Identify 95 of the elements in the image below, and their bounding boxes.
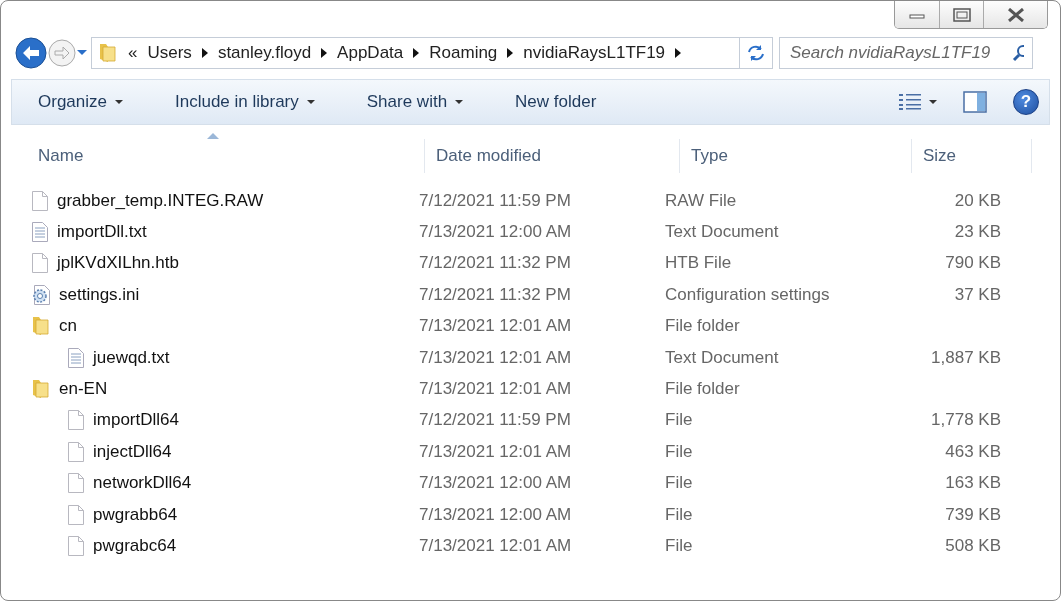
date-cell-text: 7/13/2021 12:01 AM bbox=[418, 536, 573, 556]
type-cell-text: File folder bbox=[665, 379, 741, 400]
history-dropdown[interactable] bbox=[77, 50, 87, 56]
file-name-cell[interactable]: grabber_temp.INTEG.RAW bbox=[27, 189, 410, 212]
folder-icon bbox=[31, 378, 51, 401]
folder-icon bbox=[31, 315, 51, 338]
type-cell-text: File bbox=[665, 441, 694, 462]
file-name-cell[interactable]: importDll64 bbox=[27, 409, 410, 432]
text-file-icon bbox=[67, 346, 85, 369]
type-cell-text: Text Document bbox=[665, 222, 780, 243]
search-icon bbox=[1012, 44, 1024, 62]
file-name-cell[interactable]: pwgrabb64 bbox=[27, 503, 410, 526]
file-icon bbox=[67, 409, 85, 432]
size-cell-text: 1,778 KB bbox=[930, 410, 1001, 431]
search-field[interactable]: Search nvidiaRaysL1TF19 bbox=[779, 37, 1033, 69]
column-header[interactable]: Size bbox=[912, 139, 1032, 173]
chevron-icon[interactable] bbox=[201, 48, 208, 58]
close-icon bbox=[1006, 7, 1025, 22]
file-icon bbox=[67, 440, 85, 463]
sort-arrow-icon bbox=[207, 133, 219, 139]
date-cell-text: 7/13/2021 12:01 AM bbox=[418, 316, 573, 337]
file-name-cell[interactable]: networkDll64 bbox=[27, 472, 410, 495]
date-cell-text: 7/13/2021 12:01 AM bbox=[418, 379, 573, 400]
date-cell-text: 7/12/2021 11:59 PM bbox=[418, 190, 572, 211]
close-button[interactable] bbox=[983, 1, 1047, 28]
file-icon bbox=[31, 252, 49, 275]
caret-icon bbox=[455, 100, 464, 104]
file-name-cell[interactable]: juewqd.txt bbox=[27, 346, 410, 369]
file-name-cell[interactable]: cn bbox=[27, 315, 410, 338]
folder-icon bbox=[98, 42, 118, 64]
breadcrumb[interactable]: AppData bbox=[337, 43, 404, 63]
breadcrumb[interactable]: Roaming bbox=[429, 43, 498, 63]
chevron-icon[interactable] bbox=[675, 48, 682, 58]
type-cell-text: File bbox=[665, 504, 694, 525]
back-button[interactable] bbox=[15, 37, 47, 69]
chevron-icon[interactable] bbox=[321, 48, 328, 58]
size-cell-text: 790 KB bbox=[944, 253, 1001, 274]
date-cell-text: 7/13/2021 12:00 AM bbox=[418, 222, 573, 243]
type-cell-text: File bbox=[665, 536, 694, 556]
size-cell-text: 163 KB bbox=[944, 473, 1001, 494]
details-view-icon bbox=[899, 93, 921, 111]
size-cell-text: 463 KB bbox=[944, 441, 1001, 462]
date-cell-text: 7/13/2021 12:01 AM bbox=[418, 347, 573, 368]
toolbar-menu[interactable]: New folder bbox=[507, 88, 605, 116]
size-cell-text: 20 KB bbox=[953, 190, 1001, 211]
type-cell-text: HTB File bbox=[665, 253, 733, 274]
file-name-cell[interactable]: injectDll64 bbox=[27, 440, 410, 463]
file-name-cell[interactable]: pwgrabc64 bbox=[27, 535, 410, 557]
date-cell-text: 7/12/2021 11:32 PM bbox=[418, 253, 572, 274]
caret-icon bbox=[306, 100, 315, 104]
chevron-icon[interactable] bbox=[507, 48, 514, 58]
settings-file-icon bbox=[31, 283, 51, 306]
breadcrumb[interactable]: stanley.floyd bbox=[217, 43, 312, 63]
toolbar-menu[interactable]: Organize bbox=[30, 88, 131, 116]
date-cell-text: 7/13/2021 12:01 AM bbox=[418, 441, 573, 462]
file-name-cell[interactable]: importDll.txt bbox=[27, 221, 410, 244]
type-cell-text: File bbox=[665, 410, 694, 431]
refresh-button[interactable] bbox=[739, 37, 773, 69]
column-header[interactable]: Type bbox=[680, 139, 912, 173]
type-cell-text: Text Document bbox=[665, 347, 780, 368]
size-cell-text: 508 KB bbox=[944, 536, 1001, 556]
column-header[interactable]: Date modified bbox=[425, 139, 680, 173]
toolbar-menu[interactable]: Share with bbox=[358, 88, 472, 116]
type-cell-text: File folder bbox=[665, 316, 741, 337]
maximize-icon bbox=[952, 7, 971, 22]
breadcrumb[interactable]: nvidiaRaysL1TF19 bbox=[523, 43, 666, 63]
date-cell-text: 7/13/2021 12:00 AM bbox=[418, 504, 573, 525]
maximize-button[interactable] bbox=[939, 1, 983, 28]
size-cell-text: 37 KB bbox=[953, 284, 1001, 305]
type-cell-text: RAW File bbox=[665, 190, 738, 211]
date-cell-text: 7/12/2021 11:59 PM bbox=[418, 410, 572, 431]
file-icon bbox=[67, 535, 85, 557]
chevron-icon[interactable] bbox=[413, 48, 420, 58]
caret-icon bbox=[929, 100, 937, 104]
file-icon bbox=[31, 189, 49, 212]
breadcrumb[interactable]: Users bbox=[147, 43, 192, 63]
file-name-cell[interactable]: jplKVdXILhn.htb bbox=[27, 252, 410, 275]
type-cell-text: Configuration settings bbox=[665, 284, 831, 305]
refresh-icon bbox=[746, 44, 766, 62]
file-name-cell[interactable]: settings.ini bbox=[27, 283, 410, 306]
address-bar[interactable]: « Users stanley.floyd AppData Roaming nvidiaRaysL1TF19 bbox=[91, 37, 739, 69]
caret-icon bbox=[115, 100, 123, 104]
date-cell-text: 7/13/2021 12:00 AM bbox=[418, 473, 573, 494]
date-cell-text: 7/12/2021 11:32 PM bbox=[418, 284, 572, 305]
type-cell-text: File bbox=[665, 473, 694, 494]
file-icon bbox=[67, 472, 85, 495]
help-button[interactable]: ? bbox=[1013, 89, 1039, 115]
size-cell-text: 23 KB bbox=[953, 222, 1001, 243]
file-icon bbox=[67, 503, 85, 526]
file-name-cell[interactable]: en-EN bbox=[27, 378, 410, 401]
size-cell-text: 1,887 KB bbox=[930, 347, 1001, 368]
toolbar-menu[interactable]: Include in library bbox=[167, 88, 323, 116]
overflow-chevron[interactable]: « bbox=[128, 43, 138, 63]
size-cell-text: 739 KB bbox=[944, 504, 1001, 525]
text-file-icon bbox=[31, 221, 49, 244]
